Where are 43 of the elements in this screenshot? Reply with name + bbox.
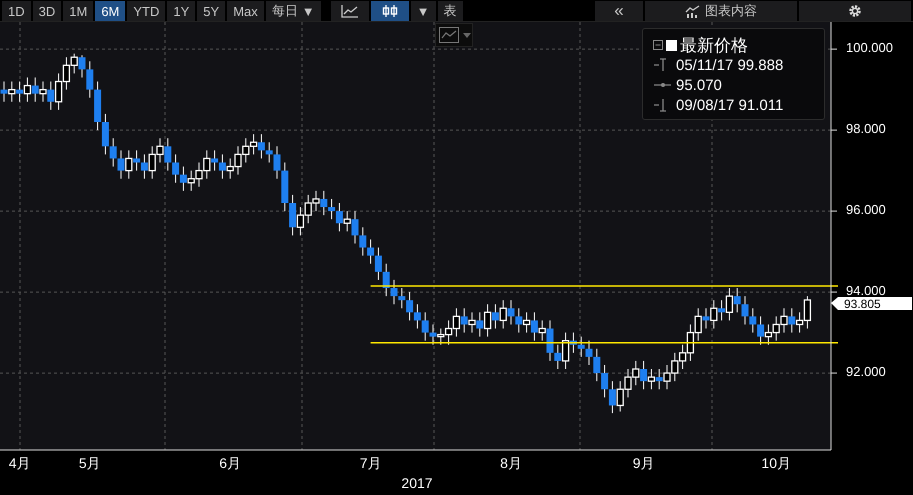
axis-label: 6月: [219, 455, 242, 471]
axis-label: 10月: [761, 455, 791, 471]
chart-contents-button[interactable]: 图表内容: [645, 1, 797, 21]
chart-type-button[interactable]: [330, 1, 369, 21]
year-label: 2017: [401, 475, 433, 491]
price-tag: 93.805: [831, 296, 912, 311]
axis-label: 92.000: [846, 364, 886, 380]
axis-label: 5月: [78, 455, 101, 471]
chart-type-dropdown[interactable]: ▼: [410, 1, 436, 21]
caret-icon: [463, 32, 471, 38]
line-chart-icon: [340, 4, 359, 18]
axis-label: 100.000: [846, 40, 893, 56]
settings-icon: [848, 4, 862, 18]
chart-type-button[interactable]: [370, 1, 409, 21]
line-chart-icon: [439, 27, 459, 43]
series-swatch: [666, 40, 677, 50]
legend-value: 09/08/17 91.011: [676, 96, 784, 114]
period-tab[interactable]: 5Y: [197, 1, 226, 21]
period-tab[interactable]: Max: [227, 1, 264, 21]
candlestick-icon: [380, 4, 399, 18]
period-tab[interactable]: 3D: [32, 1, 62, 21]
period-tab[interactable]: 1Y: [167, 1, 196, 21]
axis-label: 8月: [500, 455, 522, 471]
legend-title: 最新价格: [680, 34, 748, 56]
table-button[interactable]: 表: [438, 1, 462, 21]
period-tab[interactable]: 6M: [95, 1, 126, 21]
period-tab[interactable]: 1M: [63, 1, 94, 21]
period-tab[interactable]: YTD: [127, 1, 166, 21]
collapse-button[interactable]: «: [595, 1, 643, 21]
frequency-dropdown[interactable]: 每日 ▼: [266, 1, 321, 21]
axis-label: 7月: [360, 455, 382, 471]
chart-style-button[interactable]: [435, 23, 473, 47]
chart-icon: [685, 4, 701, 18]
axis-label: 94.000: [846, 283, 886, 298]
collapse-icon: [653, 40, 663, 50]
axis-label: 98.000: [846, 121, 886, 136]
legend-value: 95.070: [676, 76, 722, 94]
legend-value: 05/11/17 99.888: [676, 56, 784, 74]
axis-label: 4月: [8, 455, 30, 471]
settings-button[interactable]: [799, 1, 911, 21]
axis-label: 9月: [632, 455, 654, 471]
period-tab[interactable]: 1D: [2, 1, 31, 21]
axis-label: 96.000: [846, 202, 886, 218]
